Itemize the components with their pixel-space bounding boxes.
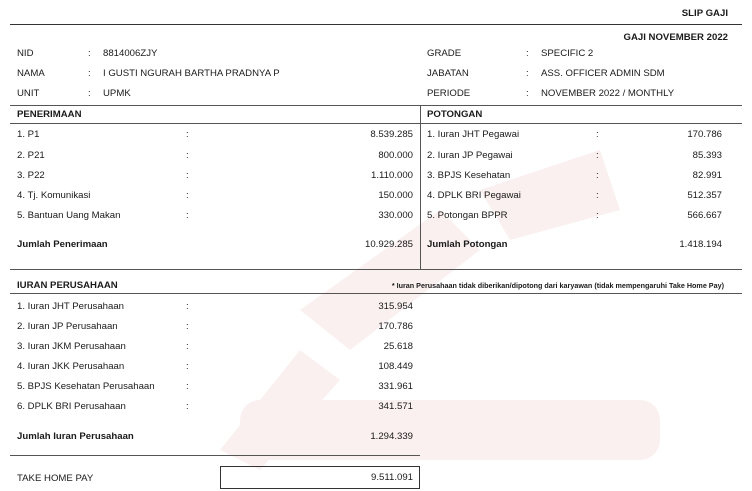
potongan-value: 82.991: [692, 170, 722, 181]
iuran-note: * Iuran Perusahaan tidak diberikan/dipot…: [391, 281, 724, 290]
separator: :: [186, 341, 189, 352]
periode-label: PERIODE: [427, 88, 471, 99]
separator: :: [526, 68, 529, 79]
header-divider: [10, 24, 742, 25]
section-divider-bottom: [10, 123, 742, 124]
jabatan-value: ASS. OFFICER ADMIN SDM: [541, 68, 665, 79]
separator: :: [526, 48, 529, 59]
separator: :: [186, 190, 189, 201]
separator: :: [186, 401, 189, 412]
separator: :: [186, 129, 189, 140]
separator: :: [596, 210, 599, 221]
iuran-label: 4. Iuran JKK Perusahaan: [17, 361, 125, 372]
potongan-value: 170.786: [687, 129, 722, 140]
iuran-label: 5. BPJS Kesehatan Perusahaan: [17, 381, 155, 392]
section-divider-top: [10, 105, 742, 106]
potongan-total-value: 1.418.194: [679, 239, 722, 250]
penerimaan-value: 150.000: [378, 190, 413, 201]
separator: :: [596, 170, 599, 181]
iuran-label: 1. Iuran JHT Perusahaan: [17, 301, 125, 312]
potongan-label: 4. DPLK BRI Pegawai: [427, 190, 521, 201]
separator: :: [186, 170, 189, 181]
potongan-value: 512.357: [687, 190, 722, 201]
potongan-label: 3. BPJS Kesehatan: [427, 170, 511, 181]
iuran-heading: IURAN PERUSAHAAN: [17, 280, 118, 291]
penerimaan-label: 1. P1: [17, 129, 40, 140]
slip-title: SLIP GAJI: [681, 8, 728, 19]
take-home-pay-box: 9.511.091: [220, 466, 420, 489]
jabatan-label: JABATAN: [427, 68, 469, 79]
period-title: GAJI NOVEMBER 2022: [623, 32, 728, 43]
take-home-pay-value: 9.511.091: [371, 472, 413, 483]
penerimaan-label: 3. P22: [17, 170, 45, 181]
penerimaan-label: 4. Tj. Komunikasi: [17, 190, 91, 201]
separator: :: [186, 361, 189, 372]
potongan-label: 1. Iuran JHT Pegawai: [427, 129, 520, 140]
penerimaan-value: 800.000: [378, 150, 413, 161]
penerimaan-value: 330.000: [378, 210, 413, 221]
iuran-total-value: 1.294.339: [370, 431, 413, 442]
separator: :: [186, 381, 189, 392]
iuran-value: 25.618: [383, 341, 413, 352]
separator: :: [88, 68, 91, 79]
separator: :: [186, 210, 189, 221]
thp-divider: [10, 455, 420, 456]
nid-value: 8814006ZJY: [103, 48, 158, 59]
iuran-label: 2. Iuran JP Perusahaan: [17, 321, 118, 332]
penerimaan-label: 2. P21: [17, 150, 45, 161]
iuran-label: 3. Iuran JKM Perusahaan: [17, 341, 126, 352]
potongan-total-label: Jumlah Potongan: [427, 239, 508, 250]
iuran-value: 315.954: [378, 301, 413, 312]
separator: :: [186, 321, 189, 332]
potongan-heading: POTONGAN: [427, 109, 483, 120]
separator: :: [526, 88, 529, 99]
nid-label: NID: [17, 48, 34, 59]
separator: :: [596, 129, 599, 140]
column-divider: [420, 105, 421, 269]
potongan-label: 2. Iuran JP Pegawai: [427, 150, 513, 161]
iuran-value: 170.786: [378, 321, 413, 332]
iuran-value: 341.571: [378, 401, 413, 412]
separator: :: [596, 150, 599, 161]
potongan-value: 85.393: [692, 150, 722, 161]
penerimaan-total-value: 10.929.285: [364, 239, 413, 250]
potongan-value: 566.667: [687, 210, 722, 221]
penerimaan-label: 5. Bantuan Uang Makan: [17, 210, 121, 221]
iuran-value: 331.961: [378, 381, 413, 392]
penerimaan-value: 1.110.000: [371, 170, 413, 181]
separator: :: [88, 88, 91, 99]
iuran-label: 6. DPLK BRI Perusahaan: [17, 401, 126, 412]
grade-value: SPECIFIC 2: [541, 48, 594, 59]
periode-value: NOVEMBER 2022 / MONTHLY: [541, 88, 675, 99]
penerimaan-value: 8.539.285: [370, 129, 413, 140]
iuran-divider-bottom: [10, 293, 742, 294]
grade-label: GRADE: [427, 48, 462, 59]
iuran-divider-top: [10, 269, 742, 270]
unit-label: UNIT: [17, 88, 40, 99]
nama-label: NAMA: [17, 68, 45, 79]
penerimaan-total-label: Jumlah Penerimaan: [17, 239, 108, 250]
separator: :: [88, 48, 91, 59]
penerimaan-heading: PENERIMAAN: [17, 109, 82, 120]
separator: :: [186, 301, 189, 312]
potongan-label: 5. Potongan BPPR: [427, 210, 508, 221]
nama-value: I GUSTI NGURAH BARTHA PRADNYA P: [103, 68, 280, 79]
iuran-total-label: Jumlah Iuran Perusahaan: [17, 431, 134, 442]
unit-value: UPMK: [103, 88, 131, 99]
take-home-pay-label: TAKE HOME PAY: [17, 473, 94, 484]
separator: :: [596, 190, 599, 201]
iuran-value: 108.449: [378, 361, 413, 372]
separator: :: [186, 150, 189, 161]
